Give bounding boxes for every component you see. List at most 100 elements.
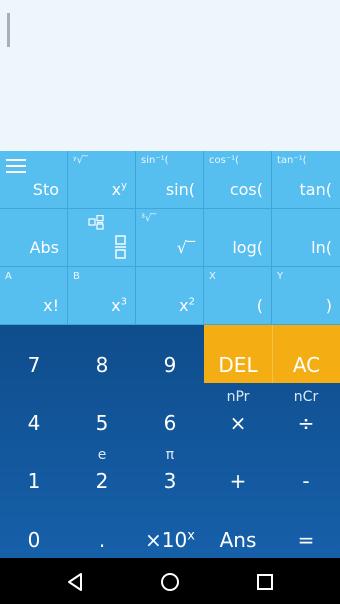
key-1[interactable]: 1 [0,441,68,499]
key-9[interactable]: 9 [136,325,204,383]
power-key-superscript: y [121,180,127,192]
cos-key-main-text: cos( [229,180,263,199]
ln-key-main-text: ln( [311,238,332,257]
fraction-icon [88,215,126,259]
key-1-main-text: 1 [27,469,41,493]
key-3-main-text: 3 [163,469,177,493]
factorial-key-main-text: x! [43,296,59,315]
factorial-key-secondary-label: A [5,271,12,282]
ln-key[interactable]: ln( [272,209,340,267]
decimal-key-main-text: . [98,528,106,552]
all-clear-button-label: AC [273,353,340,377]
equals-key-label: = [272,528,340,552]
close-paren-key-secondary-label: Y [277,271,284,282]
plus-key[interactable]: + [204,441,272,499]
tan-key-secondary-label: tan⁻¹( [277,155,307,166]
ans-key-label: Ans [204,528,272,552]
abs-key-label: Abs [30,238,59,257]
close-paren-key[interactable]: Y) [272,267,340,325]
fraction-key[interactable] [68,209,136,267]
sin-key-main-text: sin( [165,180,195,199]
factorial-key[interactable]: Ax! [0,267,68,325]
key-6-main-text: 6 [163,411,177,435]
root-key-label: √‾ [177,238,195,257]
divide-key-main-text: ÷ [297,411,315,435]
cube-key-main-text: x [111,296,121,315]
multiply-key-main-text: × [229,411,247,435]
key-3-secondary-label: π [165,447,175,463]
root-key-secondary-label: ³√‾ [141,213,157,224]
key-5-label: 5 [68,411,136,435]
numeric-keypad: 7 8 9 DEL AC 4 5 6 nPr × nCr ÷ 1 e 2 π 3 + -0. ×10x Ans = [0,325,340,558]
power-key-label: xy [112,180,127,199]
menu-sto-main-text: Sto [32,180,59,199]
square-key-superscript: 2 [188,296,195,308]
key-5-main-text: 5 [95,411,109,435]
home-icon[interactable] [159,571,181,593]
open-paren-key-label: ( [257,296,263,315]
multiply-key-secondary-label: nPr [226,389,250,405]
decimal-key[interactable]: . [68,499,136,558]
open-paren-key[interactable]: X( [204,267,272,325]
expression-display[interactable] [0,0,340,151]
back-icon[interactable] [64,571,86,593]
square-key[interactable]: x2 [136,267,204,325]
minus-key[interactable]: - [272,441,340,499]
equals-key[interactable]: = [272,499,340,558]
key-2-label: 2 [68,469,136,493]
sin-key-secondary-label: sin⁻¹( [141,155,169,166]
root-key-main-text: √‾ [176,238,195,257]
cos-key-secondary-label: cos⁻¹( [209,155,240,166]
key-9-main-text: 9 [163,353,177,377]
open-paren-key-secondary-label: X [209,271,216,282]
exponent-key[interactable]: ×10x [136,499,204,558]
all-clear-button-main-text: AC [292,353,321,377]
key-0[interactable]: 0 [0,499,68,558]
sin-key[interactable]: sin⁻¹( sin( [136,151,204,209]
log-key-label: log( [232,238,263,257]
minus-key-main-text: - [302,469,310,493]
abs-key[interactable]: Abs [0,209,68,267]
key-4[interactable]: 4 [0,383,68,441]
multiply-key-label: × [204,411,272,435]
key-3[interactable]: π3 [136,441,204,499]
key-2[interactable]: e2 [68,441,136,499]
root-key[interactable]: ³√‾ √‾ [136,209,204,267]
minus-key-label: - [272,469,340,493]
log-key[interactable]: log( [204,209,272,267]
power-key[interactable]: ʸ√‾ xy [68,151,136,209]
key-8[interactable]: 8 [68,325,136,383]
text-cursor [7,13,10,47]
exponent-key-superscript: x [187,528,195,544]
all-clear-button[interactable]: AC [272,325,340,383]
key-5[interactable]: 5 [68,383,136,441]
key-7-label: 7 [0,353,68,377]
multiply-key[interactable]: nPr × [204,383,272,441]
key-6-label: 6 [136,411,204,435]
key-6[interactable]: 6 [136,383,204,441]
cube-key-secondary-label: B [73,271,80,282]
divide-key[interactable]: nCr ÷ [272,383,340,441]
ans-key[interactable]: Ans [204,499,272,558]
key-7[interactable]: 7 [0,325,68,383]
tan-key-main-text: tan( [299,180,332,199]
recents-icon[interactable] [254,571,276,593]
factorial-key-label: x! [43,296,59,315]
key-9-label: 9 [136,353,204,377]
key-8-label: 8 [68,353,136,377]
square-key-main-text: x [179,296,189,315]
delete-button[interactable]: DEL [204,325,272,383]
key-1-label: 1 [0,469,68,493]
square-key-label: x2 [179,296,195,315]
tan-key[interactable]: tan⁻¹( tan( [272,151,340,209]
ans-key-main-text: Ans [219,528,257,552]
power-key-secondary-label: ʸ√‾ [73,155,89,166]
close-paren-key-main-text: ) [325,296,332,315]
menu-sto-label: Sto [33,180,59,199]
menu-sto[interactable]: Sto [0,151,68,209]
cos-key[interactable]: cos⁻¹( cos( [204,151,272,209]
cube-key[interactable]: Bx3 [68,267,136,325]
exponent-key-main-text: ×10 [145,528,188,552]
tan-key-label: tan( [300,180,332,199]
divide-key-secondary-label: nCr [293,389,319,405]
